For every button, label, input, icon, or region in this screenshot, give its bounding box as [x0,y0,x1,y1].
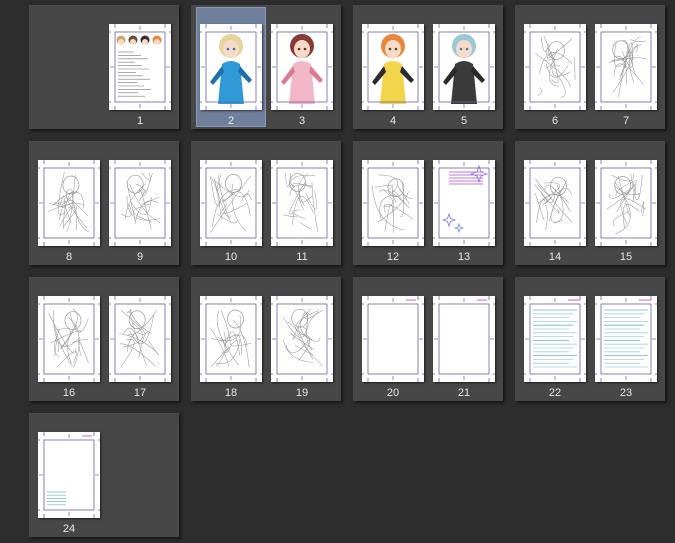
page-thumbnail[interactable] [433,160,495,246]
page-spread[interactable]: 20 21 [353,277,503,401]
page-preview-image [200,160,262,246]
page-number-label: 2 [227,115,235,127]
page-preview-image [362,296,424,382]
page-thumbnail[interactable] [433,24,495,110]
page-number-label: 14 [548,251,562,263]
page-spread[interactable]: 23 [191,5,341,129]
page-number-label: 13 [457,251,471,263]
page-thumbnail[interactable] [109,296,171,382]
page-preview-image [595,24,657,110]
page-spread[interactable]: 12 13 [353,141,503,265]
page-preview-image [200,24,262,110]
page-spread[interactable]: 18 19 [191,277,341,401]
page-preview-image [433,296,495,382]
page-preview-image [109,160,171,246]
page-number-label: 3 [298,115,306,127]
page-number-label: 10 [224,251,238,263]
page-spread[interactable]: 22 23 [515,277,665,401]
page-number-label: 6 [551,115,559,127]
page-preview-image [362,24,424,110]
page-thumbnail[interactable] [38,160,100,246]
page-number-label: 4 [389,115,397,127]
page-thumbnail[interactable] [524,160,586,246]
page-thumbnail[interactable] [200,160,262,246]
page-thumbnail[interactable] [524,296,586,382]
page-number-label: 21 [457,387,471,399]
page-number-label: 19 [295,387,309,399]
page-thumbnail-grid: 1 2 3 4 5 6 7 8 9 10 11 12 13 14 15 16 17 18 19 20 21 22 23 24 [0,0,675,543]
page-number-label: 7 [622,115,630,127]
page-thumbnail[interactable] [271,24,333,110]
page-preview-image [524,24,586,110]
page-preview-image [433,160,495,246]
page-spread[interactable]: 1 [29,5,179,129]
page-spread[interactable]: 45 [353,5,503,129]
page-number-label: 20 [386,387,400,399]
page-thumbnail[interactable] [109,160,171,246]
page-spread[interactable]: 10 11 [191,141,341,265]
page-thumbnail[interactable] [38,432,100,518]
page-thumbnail[interactable] [362,160,424,246]
page-thumbnail[interactable] [595,160,657,246]
page-spread[interactable]: 24 [29,413,179,537]
page-preview-image [38,160,100,246]
page-preview-image [271,296,333,382]
page-preview-image [524,296,586,382]
page-preview-image [109,24,171,110]
page-number-label: 22 [548,387,562,399]
page-thumbnail[interactable] [362,296,424,382]
page-preview-image [524,160,586,246]
page-spread[interactable]: 14 15 [515,141,665,265]
page-preview-image [109,296,171,382]
page-spread[interactable]: 16 17 [29,277,179,401]
page-number-label: 9 [136,251,144,263]
page-thumbnail[interactable] [433,296,495,382]
page-thumbnail[interactable] [200,24,262,110]
page-thumbnail[interactable] [109,24,171,110]
page-thumbnail[interactable] [200,296,262,382]
page-spread[interactable]: 67 [515,5,665,129]
page-preview-image [200,296,262,382]
page-thumbnail[interactable] [271,160,333,246]
page-preview-image [271,24,333,110]
page-preview-image [595,160,657,246]
page-thumbnail[interactable] [38,296,100,382]
page-number-label: 16 [62,387,76,399]
page-thumbnail[interactable] [595,296,657,382]
page-number-label: 12 [386,251,400,263]
page-number-label: 5 [460,115,468,127]
page-thumbnail[interactable] [271,296,333,382]
page-number-label: 15 [619,251,633,263]
page-number-label: 23 [619,387,633,399]
page-number-label: 17 [133,387,147,399]
page-number-label: 8 [65,251,73,263]
page-thumbnail[interactable] [524,24,586,110]
page-number-label: 18 [224,387,238,399]
page-thumbnail[interactable] [362,24,424,110]
page-thumbnail[interactable] [595,24,657,110]
page-preview-image [362,160,424,246]
page-number-label: 1 [136,115,144,127]
page-number-label: 24 [62,523,76,535]
page-preview-image [271,160,333,246]
page-spread[interactable]: 89 [29,141,179,265]
page-preview-image [433,24,495,110]
page-preview-image [38,432,100,518]
page-preview-image [595,296,657,382]
page-preview-image [38,296,100,382]
page-number-label: 11 [296,251,308,263]
